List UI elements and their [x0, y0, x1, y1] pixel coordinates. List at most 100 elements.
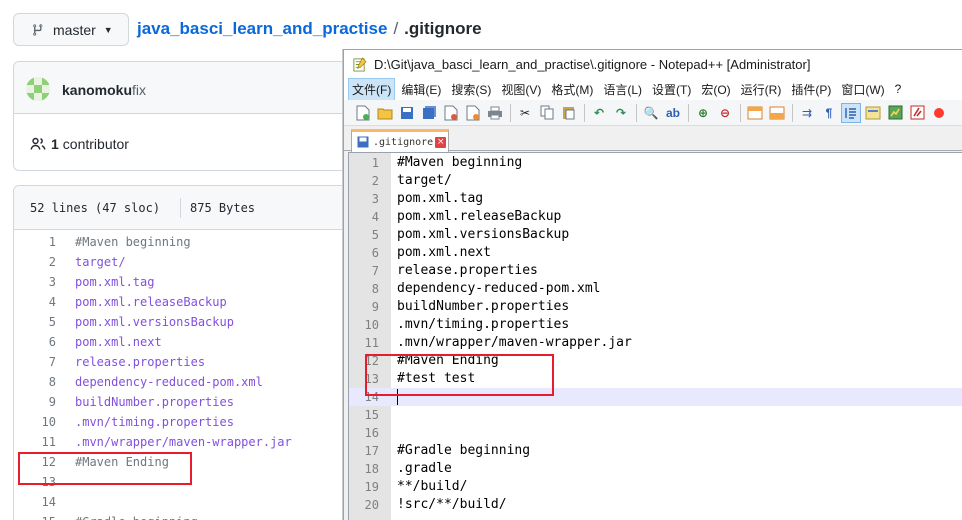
record-macro-icon[interactable] — [930, 104, 948, 122]
editor-line[interactable]: 9 buildNumber.properties — [349, 298, 962, 316]
window-titlebar[interactable]: D:\Git\java_basci_learn_and_practise\.gi… — [344, 50, 962, 78]
line-number[interactable]: 1 — [14, 232, 56, 252]
menu-item[interactable]: 语言(L) — [599, 78, 646, 101]
document-map-icon[interactable] — [886, 104, 904, 122]
line-number[interactable]: 14 — [14, 492, 56, 512]
copy-icon[interactable] — [538, 104, 556, 122]
menu-item[interactable]: 编辑(E) — [397, 78, 445, 101]
open-file-icon[interactable] — [376, 104, 394, 122]
line-number[interactable]: 12 — [14, 452, 56, 472]
toolbar: ✂ ↶ ↷ 🔍 ab ⊕ ⊖ ⇉ ¶ — [344, 100, 962, 126]
sync-vertical-icon[interactable] — [746, 104, 764, 122]
line-number[interactable]: 5 — [14, 312, 56, 332]
line-text: target/ — [397, 173, 452, 188]
contributor-count: 1 — [51, 136, 59, 152]
close-all-icon[interactable] — [464, 104, 482, 122]
tab-bar: .gitignore × — [344, 127, 962, 152]
window-title: D:\Git\java_basci_learn_and_practise\.gi… — [374, 56, 811, 72]
tab-gitignore[interactable]: .gitignore × — [351, 129, 449, 152]
zoom-in-icon[interactable]: ⊕ — [694, 104, 712, 122]
line-number[interactable]: 9 — [14, 392, 56, 412]
line-number[interactable]: 11 — [14, 432, 56, 452]
line-number: 8 — [371, 282, 379, 296]
editor-line[interactable]: 20 !src/**/build/ — [349, 496, 962, 514]
editor-line[interactable]: 2 target/ — [349, 172, 962, 190]
close-file-icon[interactable] — [442, 104, 460, 122]
line-number[interactable]: 2 — [14, 252, 56, 272]
editor-line[interactable]: 18 .gradle — [349, 460, 962, 478]
notepad-app-icon — [353, 56, 367, 72]
line-number[interactable]: 13 — [14, 472, 56, 492]
line-number[interactable]: 8 — [14, 372, 56, 392]
save-all-icon[interactable] — [420, 104, 438, 122]
avatar[interactable] — [26, 77, 50, 101]
commit-author-link[interactable]: kanomoku — [62, 82, 132, 98]
word-wrap-icon[interactable]: ⇉ — [798, 104, 816, 122]
user-language-icon[interactable] — [864, 104, 882, 122]
line-number: 7 — [371, 264, 379, 278]
git-branch-icon — [33, 23, 43, 36]
menu-item[interactable]: ? — [891, 79, 906, 99]
menu-item[interactable]: 窗口(W) — [837, 78, 888, 101]
line-number[interactable]: 4 — [14, 292, 56, 312]
branch-selector-button[interactable]: master ▼ — [13, 13, 129, 46]
code-text: dependency-reduced-pom.xml — [75, 375, 263, 389]
redo-icon[interactable]: ↷ — [612, 104, 630, 122]
cut-icon[interactable]: ✂ — [516, 104, 534, 122]
contributors-link[interactable]: 1 contributor — [30, 136, 129, 152]
menu-item[interactable]: 运行(R) — [737, 78, 786, 101]
menu-item[interactable]: 搜索(S) — [447, 78, 495, 101]
menu-item[interactable]: 设置(T) — [648, 78, 695, 101]
menu-item[interactable]: 宏(O) — [697, 78, 734, 101]
menu-item[interactable]: 文件(F) — [348, 77, 396, 101]
close-icon[interactable]: × — [435, 136, 447, 148]
sync-horizontal-icon[interactable] — [768, 104, 786, 122]
function-list-icon[interactable] — [908, 104, 926, 122]
menu-item[interactable]: 插件(P) — [787, 78, 835, 101]
line-text: .gradle — [397, 461, 452, 476]
editor-line[interactable]: 8 dependency-reduced-pom.xml — [349, 280, 962, 298]
save-icon[interactable] — [398, 104, 416, 122]
editor-line[interactable]: 3 pom.xml.tag — [349, 190, 962, 208]
zoom-out-icon[interactable]: ⊖ — [716, 104, 734, 122]
line-text: #test test — [397, 371, 476, 386]
menu-item[interactable]: 格式(M) — [547, 78, 597, 101]
editor-line[interactable]: 12 #Maven Ending — [349, 352, 962, 370]
editor-line[interactable]: 13 #test test — [349, 370, 962, 388]
editor-line[interactable]: 6 pom.xml.next — [349, 244, 962, 262]
editor-line[interactable]: 11 .mvn/wrapper/maven-wrapper.jar — [349, 334, 962, 352]
editor-line[interactable]: 16 — [349, 424, 962, 442]
editor-line[interactable]: 4 pom.xml.releaseBackup — [349, 208, 962, 226]
commit-message-link[interactable]: fix — [132, 82, 146, 98]
editor-line[interactable]: 1 #Maven beginning — [349, 154, 962, 172]
replace-icon[interactable]: ab — [664, 104, 682, 122]
show-all-characters-icon[interactable]: ¶ — [820, 104, 838, 122]
line-text: #Maven Ending — [397, 353, 499, 368]
line-number: 5 — [371, 228, 379, 242]
line-number[interactable]: 3 — [14, 272, 56, 292]
paste-icon[interactable] — [560, 104, 578, 122]
find-icon[interactable]: 🔍 — [642, 104, 660, 122]
editor-line[interactable]: 5 pom.xml.versionsBackup — [349, 226, 962, 244]
line-number[interactable]: 15 — [14, 512, 56, 520]
print-icon[interactable] — [486, 104, 504, 122]
line-number[interactable]: 10 — [14, 412, 56, 432]
indent-guide-icon[interactable] — [841, 102, 861, 123]
editor-line[interactable]: 17 #Gradle beginning — [349, 442, 962, 460]
undo-icon[interactable]: ↶ — [590, 104, 608, 122]
editor-line[interactable]: 7 release.properties — [349, 262, 962, 280]
line-number: 17 — [364, 444, 379, 458]
new-file-icon[interactable] — [354, 104, 372, 122]
line-number[interactable]: 7 — [14, 352, 56, 372]
editor-line[interactable]: 19 **/build/ — [349, 478, 962, 496]
line-number: 14 — [364, 390, 379, 404]
editor-line[interactable]: 15 — [349, 406, 962, 424]
editor-line[interactable]: 10 .mvn/timing.properties — [349, 316, 962, 334]
line-number[interactable]: 6 — [14, 332, 56, 352]
line-text: .mvn/timing.properties — [397, 317, 570, 332]
current-line[interactable]: 14 — [349, 388, 962, 406]
editor-area[interactable]: 1 #Maven beginning 2 target/3 pom.xml.tag 4 po… — [348, 152, 962, 520]
line-number: 13 — [364, 372, 379, 386]
repo-link[interactable]: java_basci_learn_and_practise — [137, 19, 387, 38]
menu-item[interactable]: 视图(V) — [497, 78, 545, 101]
